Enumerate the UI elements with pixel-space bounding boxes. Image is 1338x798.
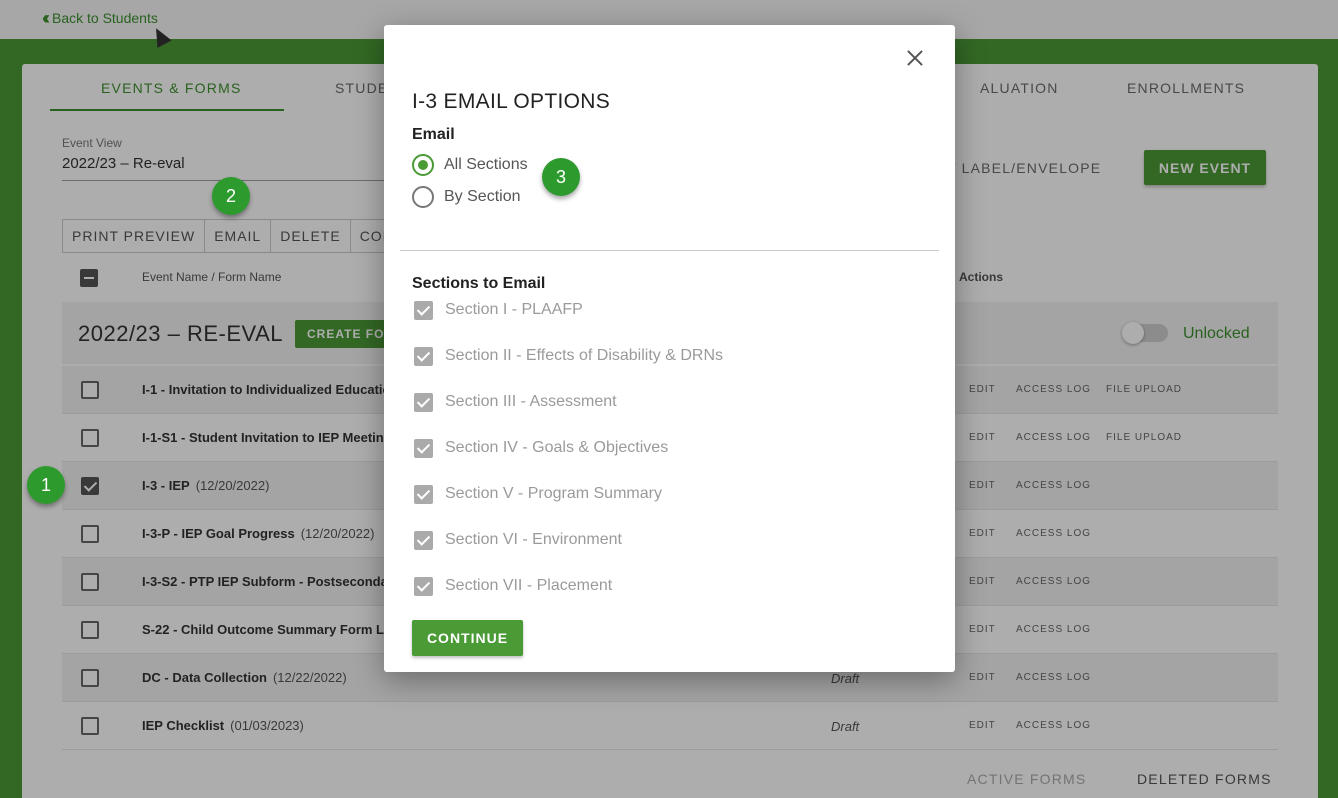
checkbox-disabled-checked-icon <box>414 530 433 550</box>
section-label: Section V - Program Summary <box>445 485 662 502</box>
radio-label: All Sections <box>444 156 528 173</box>
dialog-title: I-3 EMAIL OPTIONS <box>412 90 611 113</box>
step-badge-1: 1 <box>27 466 65 504</box>
email-label: Email <box>412 126 455 143</box>
checkbox-disabled-checked-icon <box>414 392 433 412</box>
section-label: Section VI - Environment <box>445 531 622 548</box>
radio-label: By Section <box>444 188 521 205</box>
section-label: Section VII - Placement <box>445 577 613 594</box>
checkbox-disabled-checked-icon <box>414 438 433 458</box>
step-badge-2: 2 <box>212 177 250 215</box>
section-checkbox-item: Section IV - Goals & Objectives <box>414 437 668 459</box>
email-options-dialog: I-3 EMAIL OPTIONS Email All Sections By … <box>384 25 955 672</box>
section-label: Section IV - Goals & Objectives <box>445 439 669 456</box>
section-checkbox-item: Section VII - Placement <box>414 575 612 597</box>
close-icon[interactable] <box>904 47 926 69</box>
sections-label: Sections to Email <box>412 275 546 292</box>
section-checkbox-item: Section V - Program Summary <box>414 483 662 505</box>
section-label: Section I - PLAAFP <box>445 301 583 318</box>
section-checkbox-item: Section III - Assessment <box>414 391 617 413</box>
section-checkbox-item: Section II - Effects of Disability & DRN… <box>414 345 723 367</box>
section-label: Section III - Assessment <box>445 393 617 410</box>
section-checkbox-item: Section VI - Environment <box>414 529 622 551</box>
radio-unselected-icon[interactable] <box>412 186 434 208</box>
section-label: Section II - Effects of Disability & DRN… <box>445 347 724 364</box>
radio-selected-icon[interactable] <box>412 154 434 176</box>
checkbox-disabled-checked-icon <box>414 346 433 366</box>
step-badge-3: 3 <box>542 158 580 196</box>
continue-button[interactable]: CONTINUE <box>412 620 523 656</box>
section-checkbox-item: Section I - PLAAFP <box>414 299 583 321</box>
divider <box>400 250 939 251</box>
radio-all-sections[interactable]: All Sections <box>412 153 528 177</box>
checkbox-disabled-checked-icon <box>414 300 433 320</box>
checkbox-disabled-checked-icon <box>414 576 433 596</box>
checkbox-disabled-checked-icon <box>414 484 433 504</box>
radio-by-section[interactable]: By Section <box>412 185 520 209</box>
